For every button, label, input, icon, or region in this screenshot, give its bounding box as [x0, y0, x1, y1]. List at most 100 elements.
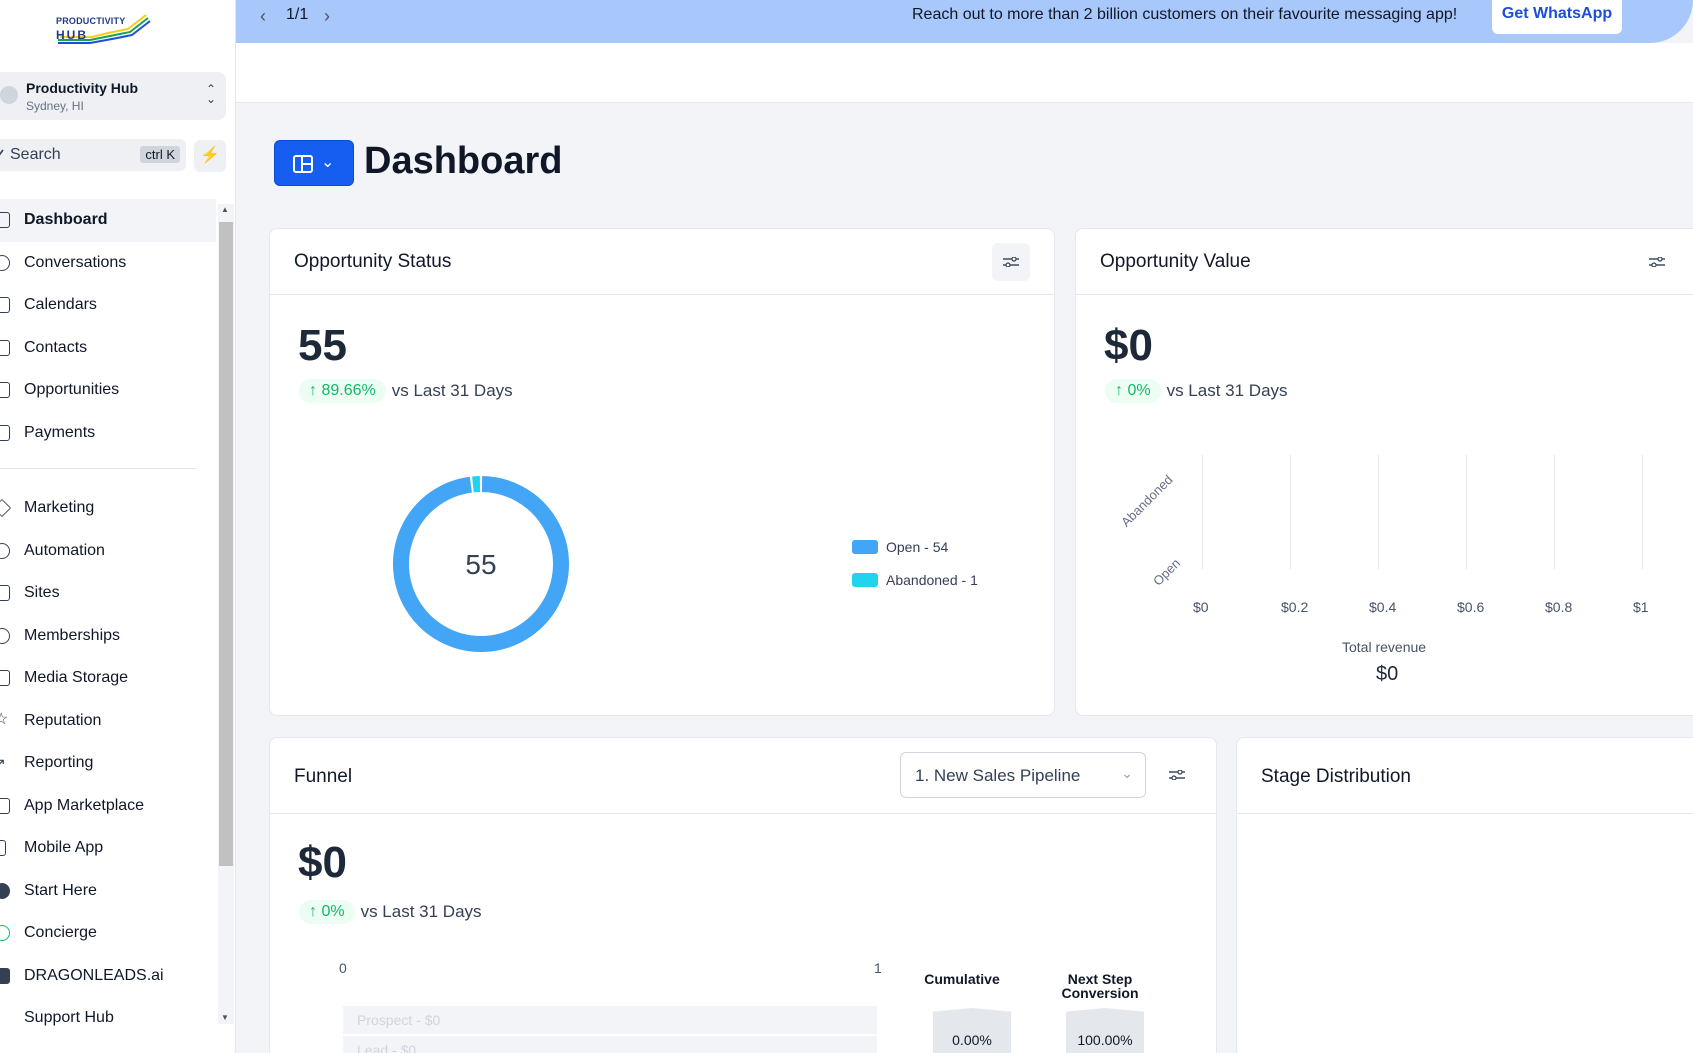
- sidebar-scrollbar-thumb[interactable]: [219, 222, 233, 866]
- opportunity-donut-chart[interactable]: 55: [392, 475, 570, 653]
- sidebar-item-label: Media Storage: [24, 669, 129, 687]
- delta-row: ↑ 89.66% vs Last 31 Days: [299, 379, 513, 403]
- card-title: Funnel: [294, 766, 353, 787]
- sidebar-item-opportunities[interactable]: Opportunities: [0, 369, 216, 412]
- y-category-label: Open: [1150, 555, 1184, 589]
- sidebar-item-label: Automation: [24, 541, 105, 559]
- logo-text: PRODUCTIVITY: [56, 16, 126, 26]
- page-title: Dashboard: [364, 140, 563, 182]
- sidebar-item-dragonleads[interactable]: DRAGONLEADS.ai: [0, 955, 216, 998]
- funnel-axis-min: 0: [339, 960, 347, 976]
- gridline: [1466, 455, 1467, 569]
- delta-badge: ↑ 0%: [299, 900, 355, 924]
- filter-icon: [1649, 257, 1665, 267]
- sidebar-item-label: Marketing: [24, 499, 95, 517]
- sidebar-item-start-here[interactable]: Start Here: [0, 870, 216, 913]
- image-icon: [0, 670, 10, 687]
- sidebar-item-label: Mobile App: [24, 839, 104, 857]
- delta-badge: ↑ 0%: [1105, 379, 1161, 403]
- contacts-icon: [0, 339, 10, 356]
- layout-icon: [293, 155, 313, 173]
- sidebar-item-label: Concierge: [24, 924, 97, 942]
- stage-distribution-card: Stage Distribution: [1236, 737, 1693, 1053]
- sites-icon: [0, 585, 10, 602]
- send-icon: [0, 499, 12, 518]
- chevron-right-icon[interactable]: ›: [324, 6, 330, 27]
- location-pin-icon: [0, 86, 18, 104]
- legend-label: Abandoned - 1: [886, 572, 978, 588]
- funnel-axis-max: 1: [874, 960, 882, 976]
- calendar-icon: [0, 297, 10, 314]
- sidebar-item-automation[interactable]: Automation: [0, 530, 216, 573]
- quick-actions-button[interactable]: ⚡: [194, 140, 226, 172]
- gridline: [1290, 455, 1291, 569]
- next-step-value: 100.00%: [1077, 1032, 1133, 1048]
- funnel-stage-bar[interactable]: Prospect - $0: [343, 1006, 877, 1034]
- x-tick-label: $0.8: [1545, 599, 1573, 615]
- sidebar-item-mobile-app[interactable]: Mobile App: [0, 827, 216, 870]
- sidebar-item-marketing[interactable]: Marketing: [0, 487, 216, 530]
- card-title: Opportunity Status: [294, 251, 452, 272]
- scroll-down-arrow-icon[interactable]: ▼: [221, 1013, 229, 1022]
- sidebar-item-label: Conversations: [24, 253, 127, 271]
- delta-row: ↑ 0% vs Last 31 Days: [1105, 379, 1288, 403]
- card-title: Stage Distribution: [1261, 766, 1411, 787]
- sidebar-item-conversations[interactable]: Conversations: [0, 242, 216, 285]
- filter-button[interactable]: [1638, 243, 1676, 281]
- account-location: Sydney, HI: [26, 99, 84, 113]
- search-input[interactable]: Search ctrl K: [0, 139, 186, 171]
- funnel-value: $0: [298, 838, 347, 887]
- opportunity-value-card: Opportunity Value $0 ↑ 0% vs Last 31 Day…: [1075, 228, 1693, 716]
- sidebar-item-support-hub[interactable]: Support Hub: [0, 997, 216, 1040]
- sidebar-divider: [0, 468, 196, 469]
- sidebar-item-reputation[interactable]: ☆ Reputation: [0, 700, 216, 743]
- total-revenue-label: Total revenue: [1342, 639, 1427, 655]
- sidebar-item-label: Memberships: [24, 626, 121, 644]
- filter-icon: [1003, 257, 1019, 267]
- sidebar-item-reporting[interactable]: ↗ Reporting: [0, 742, 216, 785]
- account-switcher[interactable]: Productivity Hub Sydney, HI ⌃ ⌄: [0, 72, 226, 120]
- sidebar-item-label: Calendars: [24, 296, 97, 314]
- sidebar-item-label: Reporting: [24, 754, 94, 772]
- sidebar-item-app-marketplace[interactable]: App Marketplace: [0, 785, 216, 828]
- legend-item-abandoned[interactable]: Abandoned - 1: [852, 572, 978, 588]
- sidebar-item-label: App Marketplace: [24, 796, 145, 814]
- legend-label: Open - 54: [886, 539, 949, 555]
- chevron-left-icon[interactable]: ‹: [260, 6, 266, 27]
- productivity-hub-logo[interactable]: PRODUCTIVITY HUB: [50, 10, 154, 44]
- search-label: Search: [10, 146, 61, 163]
- sidebar-item-label: Payments: [24, 423, 96, 441]
- next-step-header-line: Conversion: [1061, 985, 1139, 1001]
- y-category-label: Abandoned: [1118, 471, 1176, 530]
- gridline: [1554, 455, 1555, 569]
- sidebar-item-memberships[interactable]: Memberships: [0, 615, 216, 658]
- star-icon: ☆: [0, 711, 10, 728]
- next-step-metric: 100.00%: [1066, 1008, 1144, 1053]
- sidebar-item-sites[interactable]: Sites: [0, 572, 216, 615]
- automation-icon: [0, 542, 10, 559]
- sidebar-item-concierge[interactable]: Concierge: [0, 912, 216, 955]
- gridline: [1378, 455, 1379, 569]
- banner-message: Reach out to more than 2 billion custome…: [912, 6, 1458, 23]
- next-step-header: Next Step Conversion: [1050, 972, 1150, 1000]
- sidebar-item-dashboard[interactable]: Dashboard: [0, 199, 216, 242]
- sidebar-item-payments[interactable]: Payments: [0, 412, 216, 455]
- filter-button[interactable]: [1158, 756, 1196, 794]
- mobile-icon: [0, 840, 6, 857]
- comparison-label: vs Last 31 Days: [1166, 381, 1288, 400]
- chart-icon: ↗: [0, 755, 10, 771]
- legend-item-open[interactable]: Open - 54: [852, 539, 948, 555]
- filter-button[interactable]: [992, 243, 1030, 281]
- dashboard-icon: [0, 212, 10, 229]
- sidebar-item-media-storage[interactable]: Media Storage: [0, 657, 216, 700]
- get-whatsapp-button[interactable]: Get WhatsApp: [1492, 0, 1622, 34]
- lightning-icon: ⚡: [200, 147, 220, 164]
- delta-badge: ↑ 89.66%: [299, 379, 386, 403]
- scroll-up-arrow-icon[interactable]: ▲: [221, 205, 229, 214]
- pipeline-select[interactable]: 1. New Sales Pipeline ⌄: [900, 752, 1146, 798]
- funnel-stage-bar[interactable]: Lead - $0: [343, 1036, 877, 1053]
- sidebar-item-contacts[interactable]: Contacts: [0, 327, 216, 370]
- sidebar-item-label: Start Here: [24, 881, 97, 899]
- dashboard-switcher-button[interactable]: ⌄: [274, 140, 354, 186]
- sidebar-item-calendars[interactable]: Calendars: [0, 284, 216, 327]
